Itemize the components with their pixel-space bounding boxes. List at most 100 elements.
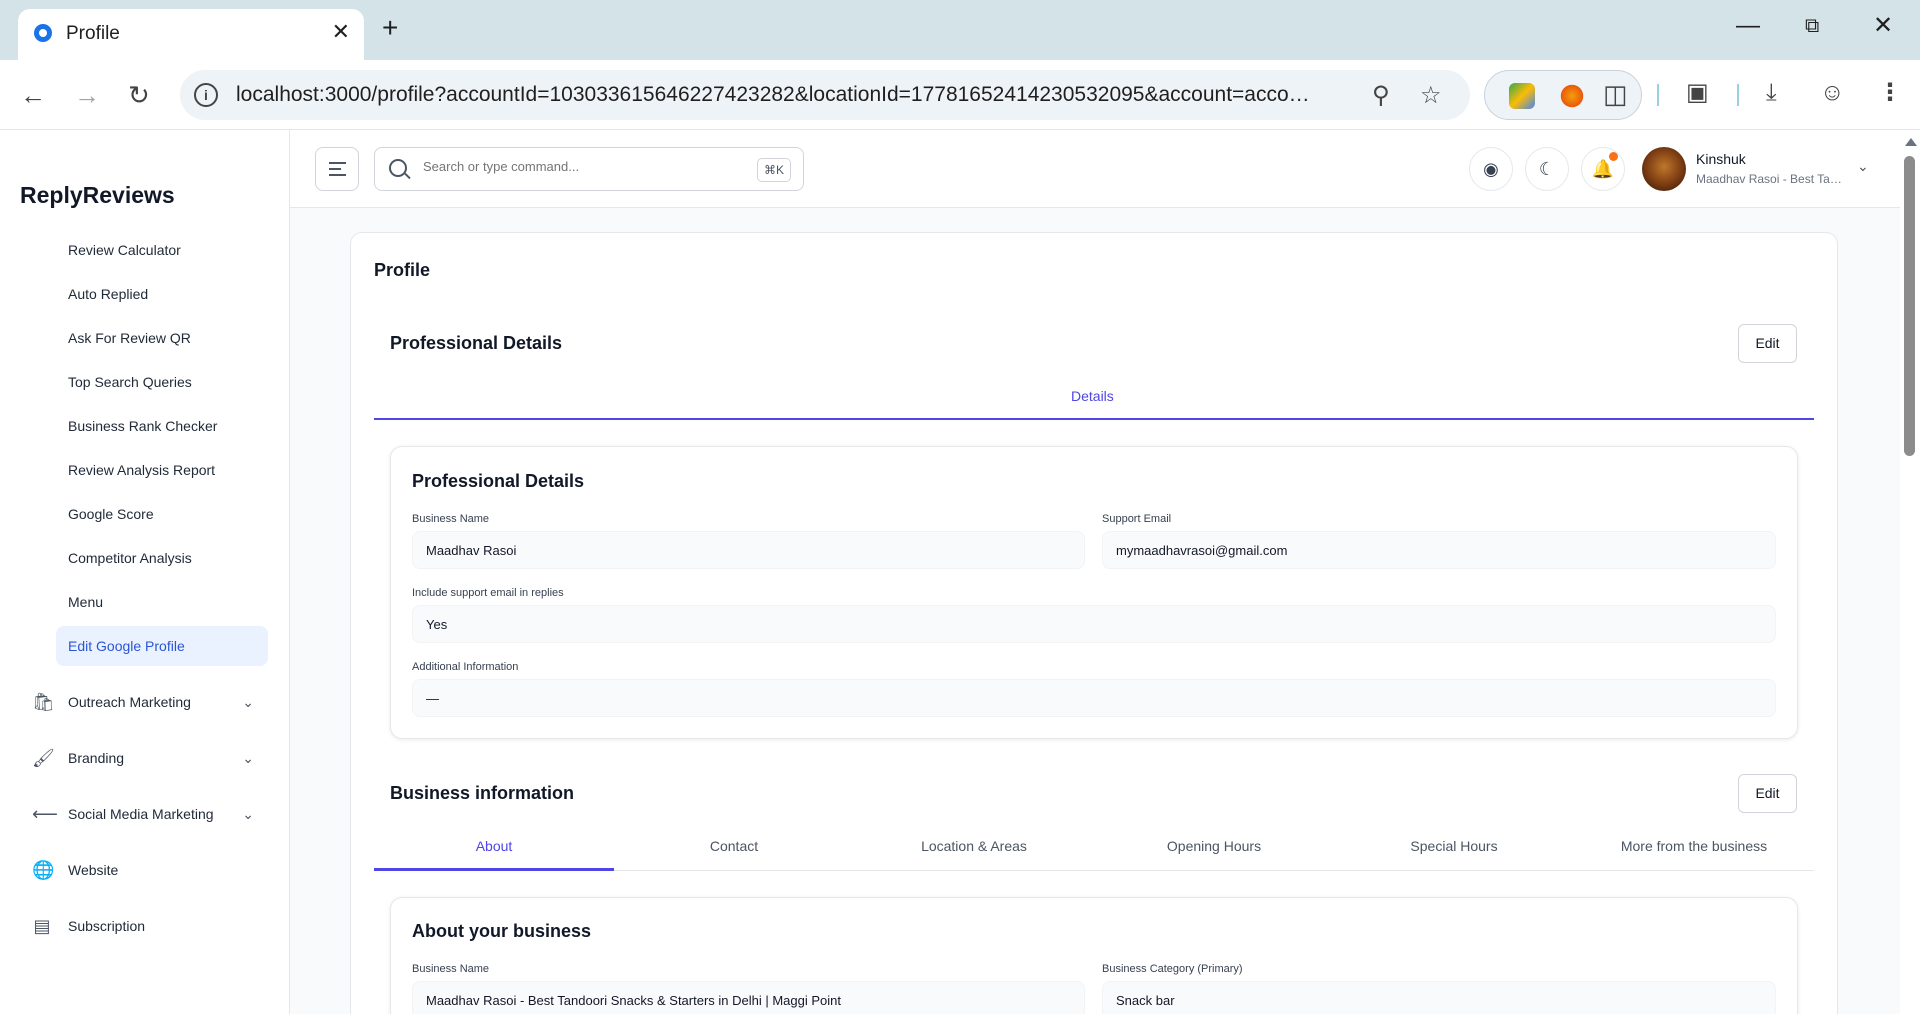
credits-icon[interactable]: ◉ — [1469, 147, 1513, 191]
business-information-heading: Business information — [390, 783, 575, 803]
profile-icon[interactable]: ☺ — [1820, 78, 1845, 108]
tab-special-hours[interactable]: Special Hours — [1334, 838, 1574, 854]
toolbar-separator — [1737, 84, 1739, 106]
close-window-icon[interactable]: ✕ — [1873, 12, 1893, 40]
globe-icon: 🌐 — [32, 860, 55, 880]
additional-info-field: — — [412, 679, 1776, 717]
extension-icon[interactable] — [1559, 83, 1585, 109]
puzzle-icon[interactable]: ◫ — [1603, 79, 1628, 109]
sidebar-group-label: Subscription — [68, 918, 146, 934]
tab-contact[interactable]: Contact — [614, 838, 854, 854]
forward-icon[interactable]: → — [74, 80, 100, 110]
share-icon: ⟵ — [32, 804, 58, 824]
chevron-down-icon[interactable]: ⌄ — [242, 794, 254, 834]
sidebar-group-label: Outreach Marketing — [68, 694, 191, 710]
sidebar-item-edit-google-profile[interactable]: Edit Google Profile — [56, 626, 268, 666]
support-email-field: mymaadhavrasoi@gmail.com — [1102, 531, 1776, 569]
search-icon — [389, 159, 407, 177]
business-name-field: Maadhav Rasoi — [412, 531, 1085, 569]
menu-toggle-button[interactable] — [315, 147, 359, 191]
favicon-icon — [34, 24, 52, 42]
sidebar-item-website[interactable]: 🌐 Website — [24, 850, 264, 890]
about-business-title: About your business — [412, 921, 592, 941]
bookmark-star-icon[interactable]: ☆ — [1420, 81, 1442, 110]
sidebar-item-review-calculator[interactable]: Review Calculator — [56, 230, 268, 270]
edit-business-button[interactable]: Edit — [1738, 774, 1797, 813]
sidebar-item-subscription[interactable]: ▤ Subscription — [24, 906, 264, 946]
dark-mode-icon[interactable]: ☾ — [1525, 147, 1569, 191]
brand-logo[interactable]: ReplyReviews — [20, 182, 175, 209]
address-bar[interactable]: i localhost:3000/profile?accountId=10303… — [180, 70, 1470, 120]
sidebar-group-social-media-marketing[interactable]: ⟵ Social Media Marketing ⌄ — [24, 794, 264, 834]
sidebar-group-label: Website — [68, 862, 119, 878]
avatar[interactable] — [1642, 147, 1686, 191]
scroll-thumb[interactable] — [1904, 156, 1915, 456]
support-email-label: Support Email — [1102, 513, 1172, 525]
sidebar-group-label: Branding — [68, 750, 125, 766]
tab-title: Profile — [66, 23, 120, 44]
sidebar-group-branding[interactable]: 🖌 Branding ⌄ — [24, 738, 264, 778]
list-icon: ▤ — [33, 916, 51, 936]
business-full-name-field: Maadhav Rasoi - Best Tandoori Snacks & S… — [412, 981, 1085, 1014]
sidebar-item-auto-replied[interactable]: Auto Replied — [56, 274, 268, 314]
site-info-icon[interactable]: i — [194, 83, 218, 107]
new-tab-button[interactable]: + — [382, 14, 398, 42]
sidebar-item-menu[interactable]: Menu — [56, 582, 268, 622]
chevron-down-icon[interactable]: ⌄ — [242, 682, 254, 722]
toolbar-separator — [1657, 84, 1659, 106]
edit-professional-button[interactable]: Edit — [1738, 324, 1797, 363]
sidebar-item-ask-for-review-qr[interactable]: Ask For Review QR — [56, 318, 268, 358]
command-search[interactable]: ⌘K — [374, 147, 804, 191]
tab-location-areas[interactable]: Location & Areas — [854, 838, 1094, 854]
business-name-label: Business Name — [412, 963, 490, 975]
active-tab-indicator — [374, 868, 614, 871]
restore-icon[interactable]: ⧉ — [1805, 12, 1819, 40]
sidebar-item-top-search-queries[interactable]: Top Search Queries — [56, 362, 268, 402]
tab-about[interactable]: About — [374, 838, 614, 854]
minimize-icon[interactable]: — — [1736, 12, 1760, 40]
chevron-down-icon[interactable]: ⌄ — [1857, 158, 1869, 175]
business-category-label: Business Category (Primary) — [1102, 963, 1243, 975]
cast-icon[interactable]: ▣ — [1686, 78, 1709, 108]
more-menu-icon[interactable]: ⋮ — [1878, 78, 1902, 108]
sidebar-item-google-score[interactable]: Google Score — [56, 494, 268, 534]
tab-opening-hours[interactable]: Opening Hours — [1094, 838, 1334, 854]
include-email-label: Include support email in replies — [412, 587, 564, 599]
business-category-field: Snack bar — [1102, 981, 1776, 1014]
browser-toolbar: ← → ↻ i localhost:3000/profile?accountId… — [0, 60, 1920, 130]
extension-icon[interactable] — [1509, 83, 1535, 109]
business-name-label: Business Name — [412, 513, 490, 525]
shopping-bag-icon: 🛍 — [32, 692, 55, 712]
close-tab-icon[interactable]: ✕ — [332, 19, 350, 45]
browser-tab[interactable]: Profile ✕ — [18, 9, 364, 60]
sidebar-item-business-rank-checker[interactable]: Business Rank Checker — [56, 406, 268, 446]
user-name[interactable]: Kinshuk — [1696, 151, 1746, 167]
sidebar-group-label: Social Media Marketing — [68, 806, 214, 822]
back-icon[interactable]: ← — [20, 80, 46, 110]
search-input[interactable] — [423, 159, 723, 174]
tab-underline — [374, 418, 1814, 420]
sidebar-group-outreach-marketing[interactable]: 🛍 Outreach Marketing ⌄ — [24, 682, 264, 722]
shortcut-badge: ⌘K — [756, 158, 791, 182]
scroll-up-arrow-icon[interactable] — [1905, 138, 1917, 146]
url-text[interactable]: localhost:3000/profile?accountId=1030336… — [236, 83, 1316, 107]
sidebar-item-competitor-analysis[interactable]: Competitor Analysis — [56, 538, 268, 578]
tab-details[interactable]: Details — [1071, 388, 1114, 404]
user-business[interactable]: Maadhav Rasoi - Best Tandoori Snacks & S… — [1696, 172, 1846, 186]
notification-bell-icon[interactable]: 🔔 — [1581, 147, 1625, 191]
page-scrollbar[interactable] — [1900, 130, 1920, 1014]
professional-details-heading: Professional Details — [390, 333, 563, 353]
reload-icon[interactable]: ↻ — [128, 80, 150, 110]
download-icon[interactable]: ⤓ — [1766, 78, 1777, 108]
professional-details-card-title: Professional Details — [412, 471, 585, 491]
chevron-down-icon[interactable]: ⌄ — [242, 738, 254, 778]
zoom-icon[interactable]: ⚲ — [1372, 81, 1390, 110]
sidebar-item-review-analysis-report[interactable]: Review Analysis Report — [56, 450, 268, 490]
notification-dot — [1609, 152, 1618, 161]
sidebar: ReplyReviews Review Calculator Auto Repl… — [0, 130, 290, 1014]
tab-more-from-business[interactable]: More from the business — [1574, 838, 1814, 854]
page-title: Profile — [374, 260, 431, 280]
app-header: ⌘K ◉ ☾ 🔔 Kinshuk Maadhav Rasoi - Best Ta… — [290, 130, 1900, 208]
browser-tabbar: Profile ✕ + — ⧉ ✕ — [0, 0, 1920, 60]
include-email-field: Yes — [412, 605, 1776, 643]
